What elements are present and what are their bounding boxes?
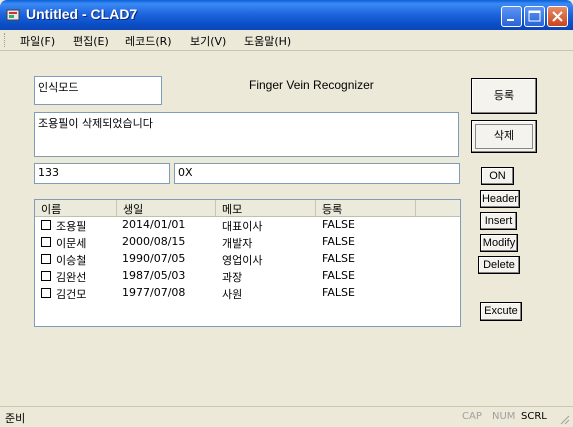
col-header-registered[interactable]: 등록 bbox=[316, 200, 416, 216]
title-bar[interactable]: Untitled - CLAD7 bbox=[0, 0, 573, 30]
menu-help[interactable]: 도움말(H) bbox=[244, 33, 291, 49]
insert-button[interactable]: Insert bbox=[480, 212, 517, 230]
menu-edit[interactable]: 편집(E) bbox=[73, 33, 109, 49]
col-header-memo[interactable]: 메모 bbox=[216, 200, 316, 216]
modify-button[interactable]: Modify bbox=[480, 234, 518, 252]
col-header-birth[interactable]: 생일 bbox=[117, 200, 216, 216]
table-row[interactable]: 김완선 1987/05/03 과장 FALSE bbox=[35, 268, 460, 285]
status-scrl: SCRL bbox=[521, 411, 547, 422]
cell-registered: FALSE bbox=[322, 269, 355, 282]
status-bar: 준비 CAP NUM SCRL bbox=[0, 406, 573, 427]
close-icon bbox=[552, 11, 563, 22]
id-field[interactable]: 133 bbox=[34, 163, 170, 184]
register-button[interactable]: 등록 bbox=[471, 78, 537, 114]
menu-file[interactable]: 파일(F) bbox=[20, 33, 55, 49]
message-field[interactable]: 조용필이 삭제되었습니다 bbox=[34, 112, 459, 157]
on-button[interactable]: ON bbox=[481, 167, 514, 185]
maximize-button[interactable] bbox=[524, 6, 545, 27]
table-row[interactable]: 이문세 2000/08/15 개발자 FALSE bbox=[35, 234, 460, 251]
list-header: 이름 생일 메모 등록 bbox=[35, 200, 460, 217]
app-label: Finger Vein Recognizer bbox=[249, 78, 374, 92]
menu-grip bbox=[4, 33, 8, 47]
table-row[interactable]: 조용필 2014/01/01 대표이사 FALSE bbox=[35, 217, 460, 234]
delete-en-button[interactable]: Delete bbox=[478, 256, 520, 274]
maximize-icon bbox=[528, 10, 541, 22]
cell-memo: 사원 bbox=[222, 288, 243, 301]
cell-birth: 1987/05/03 bbox=[122, 269, 186, 282]
close-button[interactable] bbox=[547, 6, 568, 27]
execute-button[interactable]: Excute bbox=[480, 302, 522, 321]
table-row[interactable]: 김건모 1977/07/08 사원 FALSE bbox=[35, 285, 460, 302]
hex-field[interactable]: 0X bbox=[174, 163, 460, 184]
app-window: Untitled - CLAD7 파일(F) 편집(E) 레코드(R) 보기(V… bbox=[0, 0, 573, 427]
row-checkbox[interactable] bbox=[41, 220, 51, 230]
cell-memo: 대표이사 bbox=[222, 220, 263, 233]
cell-registered: FALSE bbox=[322, 235, 355, 248]
status-num: NUM bbox=[492, 411, 516, 422]
cell-name: 이문세 bbox=[56, 237, 87, 250]
record-list[interactable]: 이름 생일 메모 등록 조용필 2014/01/01 대표이사 FALSE 이문… bbox=[34, 199, 461, 327]
cell-birth: 2000/08/15 bbox=[122, 235, 186, 248]
app-icon bbox=[6, 9, 20, 21]
menu-bar: 파일(F) 편집(E) 레코드(R) 보기(V) 도움말(H) bbox=[0, 30, 573, 51]
window-title: Untitled - CLAD7 bbox=[26, 6, 138, 22]
table-row[interactable]: 이승철 1990/07/05 영업이사 FALSE bbox=[35, 251, 460, 268]
minimize-button[interactable] bbox=[501, 6, 522, 27]
col-header-name[interactable]: 이름 bbox=[35, 200, 117, 216]
mode-field[interactable]: 인식모드 bbox=[34, 76, 162, 105]
cell-registered: FALSE bbox=[322, 252, 355, 265]
cell-registered: FALSE bbox=[322, 218, 355, 231]
row-checkbox[interactable] bbox=[41, 237, 51, 247]
minimize-icon bbox=[507, 19, 514, 21]
header-button[interactable]: Header bbox=[480, 190, 520, 208]
cell-name: 김건모 bbox=[56, 288, 87, 301]
menu-record[interactable]: 레코드(R) bbox=[125, 33, 172, 49]
resize-grip-icon[interactable] bbox=[558, 413, 570, 425]
col-header-filler bbox=[416, 200, 460, 216]
cell-birth: 1990/07/05 bbox=[122, 252, 186, 265]
cell-name: 김완선 bbox=[56, 271, 87, 284]
cell-birth: 1977/07/08 bbox=[122, 286, 186, 299]
menu-view[interactable]: 보기(V) bbox=[190, 33, 226, 49]
row-checkbox[interactable] bbox=[41, 254, 51, 264]
cell-name: 이승철 bbox=[56, 254, 87, 267]
status-text: 준비 bbox=[5, 412, 26, 425]
client-area: 인식모드 Finger Vein Recognizer 등록 삭제 조용필이 삭… bbox=[0, 51, 573, 406]
cell-memo: 개발자 bbox=[222, 237, 253, 250]
row-checkbox[interactable] bbox=[41, 271, 51, 281]
status-cap: CAP bbox=[462, 411, 482, 422]
row-checkbox[interactable] bbox=[41, 288, 51, 298]
cell-name: 조용필 bbox=[56, 220, 87, 233]
cell-memo: 과장 bbox=[222, 271, 243, 284]
delete-button[interactable]: 삭제 bbox=[471, 120, 537, 153]
cell-registered: FALSE bbox=[322, 286, 355, 299]
cell-birth: 2014/01/01 bbox=[122, 218, 186, 231]
cell-memo: 영업이사 bbox=[222, 254, 263, 267]
